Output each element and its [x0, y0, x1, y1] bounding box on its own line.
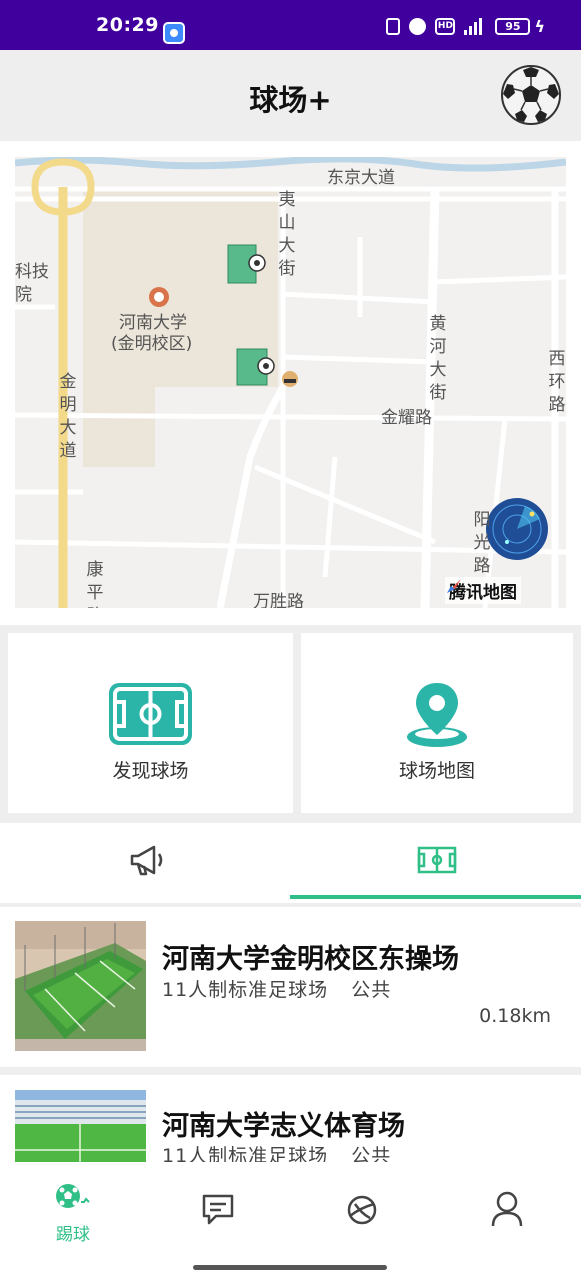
map-label: 西环路	[548, 349, 566, 415]
soccer-field-icon	[109, 683, 192, 745]
nav-item-play[interactable]: 踢球	[38, 1180, 108, 1245]
profile-icon	[491, 1191, 523, 1227]
feature-label: 球场地图	[398, 760, 475, 782]
venue-thumbnail	[15, 921, 146, 1051]
nfc-icon	[386, 18, 401, 35]
signal-icon	[464, 18, 486, 35]
tab-announcements[interactable]	[0, 823, 290, 903]
map-label: 黄河大街	[429, 314, 447, 403]
message-icon	[202, 1194, 234, 1225]
soccer-ball-icon	[56, 1184, 90, 1208]
nav-label: 踢球	[56, 1225, 90, 1245]
soccer-ball-icon[interactable]	[500, 64, 562, 126]
map-label: 东京大道	[327, 168, 395, 188]
venue-description: 11人制标准足球场 公共	[162, 975, 391, 1002]
charging-icon: ϟ	[534, 17, 545, 36]
home-indicator[interactable]	[193, 1265, 387, 1270]
list-item[interactable]: 河南大学志义体育场 11人制标准足球场 公共	[0, 1075, 581, 1170]
list-item[interactable]: 河南大学金明校区东操场 11人制标准足球场 公共 0.18km	[0, 907, 581, 1067]
location-pin-icon	[407, 683, 467, 747]
map-card: 东京大道 夷山大街 科技院 河南大学 (金明校区) 金明大道 黄河大街 西环路 …	[0, 141, 581, 625]
discover-fields-button[interactable]: 发现球场	[8, 633, 293, 813]
venue-thumbnail	[15, 1090, 146, 1170]
field-icon	[417, 846, 457, 874]
map-label: 科技院	[15, 262, 49, 305]
venue-type: 11人制标准足球场	[162, 979, 329, 1001]
status-bar: 20:29 HD 95 ϟ	[0, 0, 581, 50]
map-provider-logo: 腾讯地图	[445, 577, 521, 604]
field-map-button[interactable]: 球场地图	[301, 633, 573, 813]
alarm-icon	[409, 18, 427, 35]
map-view[interactable]: 东京大道 夷山大街 科技院 河南大学 (金明校区) 金明大道 黄河大街 西环路 …	[15, 157, 566, 608]
status-time: 20:29	[96, 14, 159, 36]
map-label: 金耀路	[381, 408, 432, 428]
app-notification-icon	[163, 22, 185, 44]
venue-distance: 0.18km	[479, 1005, 551, 1027]
map-label: 河南大学	[119, 313, 187, 333]
battery-icon: 95	[495, 18, 531, 35]
page-title: 球场+	[249, 83, 332, 117]
feature-label: 发现球场	[112, 760, 189, 782]
tencent-map-icon	[447, 579, 461, 593]
map-label: (金明校区)	[111, 334, 193, 354]
header: 球场+	[0, 50, 581, 141]
map-label: 康平路	[86, 560, 104, 608]
map-label: 金明大道	[59, 372, 77, 461]
active-tab-indicator	[290, 895, 581, 899]
map-label: 夷山大街	[278, 190, 296, 279]
map-label: 阳光路	[473, 510, 491, 576]
venue-name: 河南大学金明校区东操场	[162, 944, 459, 975]
bottom-nav: 踢球	[0, 1162, 581, 1280]
hd-icon: HD	[435, 18, 456, 35]
tab-fields[interactable]	[290, 823, 581, 903]
map-label: 万胜路	[253, 592, 304, 608]
nav-item-discover[interactable]	[327, 1180, 397, 1240]
megaphone-icon	[130, 845, 163, 876]
planet-icon	[347, 1195, 377, 1225]
venue-access: 公共	[351, 979, 392, 1001]
nav-item-profile[interactable]	[472, 1180, 542, 1240]
tab-bar	[0, 823, 581, 903]
venue-name: 河南大学志义体育场	[162, 1111, 405, 1142]
status-icons: HD 95 ϟ	[386, 17, 545, 36]
nav-item-messages[interactable]	[183, 1180, 253, 1240]
